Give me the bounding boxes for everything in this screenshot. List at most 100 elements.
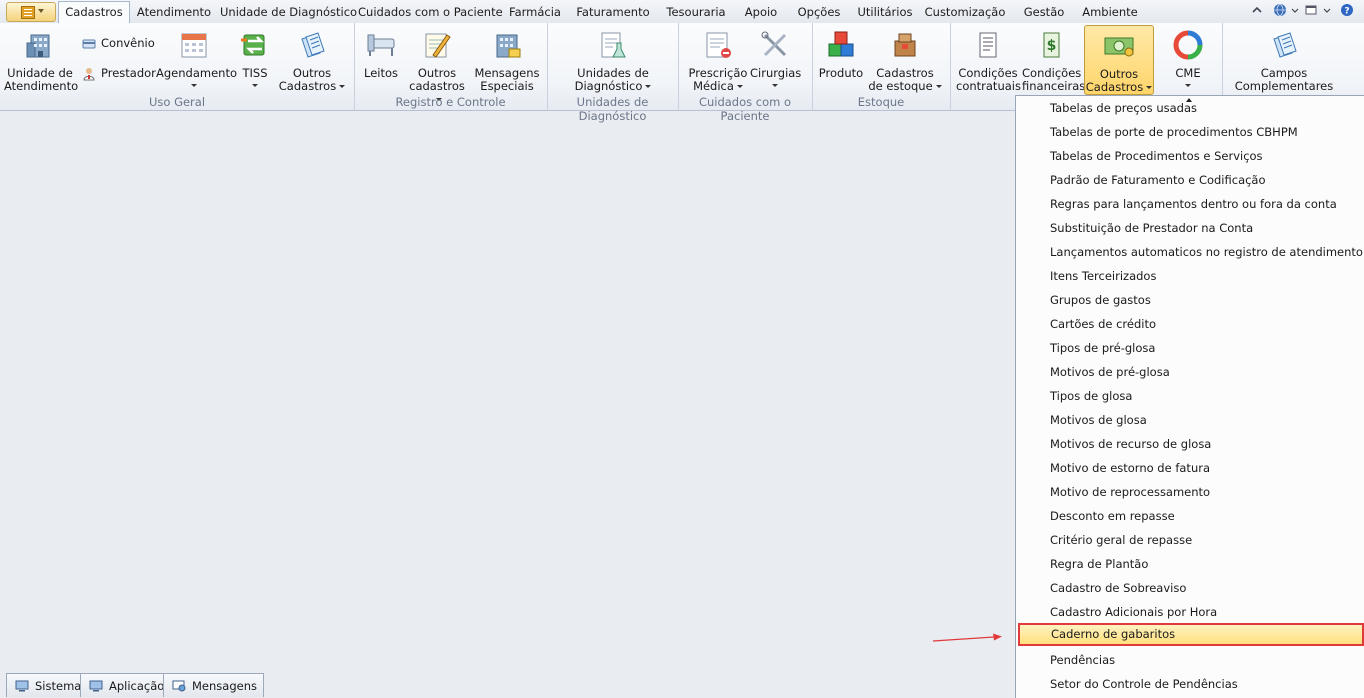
tab-utilitarios[interactable]: Utilitários <box>854 3 916 22</box>
bottom-tab-sistema[interactable]: Sistema <box>6 673 89 697</box>
leitos-label: Leitos <box>363 66 398 80</box>
convenio-label: Convênio <box>101 36 155 50</box>
bottom-tab-label: Aplicação <box>109 679 165 693</box>
menu-item[interactable]: Critério geral de repasse <box>1019 529 1359 552</box>
globe-icon[interactable] <box>1273 3 1287 17</box>
menu-item[interactable]: Motivo de estorno de fatura <box>1019 457 1359 480</box>
menu-item[interactable]: Tipos de pré-glosa <box>1019 337 1359 360</box>
chevron-down-icon <box>1146 86 1153 89</box>
leitos-button[interactable]: Leitos <box>360 25 402 93</box>
prescription-icon <box>706 32 731 58</box>
produto-label: Produto <box>818 66 864 80</box>
collapse-ribbon-icon[interactable] <box>1250 3 1264 17</box>
menu-item[interactable]: Motivos de recurso de glosa <box>1019 433 1359 456</box>
menu-item[interactable]: Motivos de glosa <box>1019 409 1359 432</box>
convenio-button[interactable]: Convênio <box>82 33 155 53</box>
chevron-down-icon[interactable] <box>1322 3 1332 17</box>
tab-cuidados-paciente[interactable]: Cuidados com o Paciente <box>358 3 503 22</box>
outros-cadastros-registro-button[interactable]: Outros cadastros <box>406 25 468 101</box>
tiss-button[interactable]: TISS <box>236 25 274 93</box>
condicoes-financeiras-button[interactable]: $ Condições financeiras <box>1022 25 1086 93</box>
notepad-pencil-icon <box>425 33 451 58</box>
unidade-atendimento-button[interactable]: Unidade de Atendimento <box>4 25 78 93</box>
group-unidades-diagnostico: Unidades de Diagnóstico Unidades de Diag… <box>547 23 679 123</box>
card-icon <box>82 39 96 48</box>
help-icon[interactable]: ? <box>1340 3 1354 17</box>
outros-cadastros-label: Outros Cadastros <box>1085 68 1153 94</box>
menu-item[interactable]: Tabelas de preços usadas <box>1019 97 1359 120</box>
menu-item[interactable]: Tabelas de Procedimentos e Serviços <box>1019 145 1359 168</box>
outros-cadastros-dropdown-menu: Tabelas de preços usadas Tabelas de port… <box>1015 95 1364 698</box>
tab-unidade-diagnostico[interactable]: Unidade de Diagnóstico <box>220 3 357 22</box>
tab-cadastros[interactable]: Cadastros <box>58 1 130 24</box>
menu-item[interactable]: Cadastro Adicionais por Hora <box>1019 601 1359 624</box>
chevron-down-icon <box>935 85 942 88</box>
cme-label: CME <box>1175 66 1201 80</box>
cash-icon <box>1104 37 1134 57</box>
prescricao-medica-button[interactable]: Prescrição Médica <box>688 25 748 93</box>
tab-gestao[interactable]: Gestão <box>1016 3 1072 22</box>
condicoes-contratuais-button[interactable]: Condições contratuais <box>956 25 1021 93</box>
menu-item[interactable]: Substituição de Prestador na Conta <box>1019 217 1359 240</box>
agendamento-button[interactable]: Agendamento <box>156 25 237 93</box>
menu-item[interactable]: Pendências <box>1019 649 1359 672</box>
bottom-tab-label: Sistema <box>35 679 82 693</box>
group-registro-controle: Leitos Outros cadastros Mensagens Especi… <box>354 23 548 110</box>
tab-tesouraria[interactable]: Tesouraria <box>660 3 732 22</box>
svg-text:?: ? <box>1344 7 1349 17</box>
unidades-diagnostico-button[interactable]: Unidades de Diagnóstico <box>573 25 653 93</box>
tab-ambiente[interactable]: Ambiente <box>1078 3 1142 22</box>
menu-item[interactable]: Desconto em repasse <box>1019 505 1359 528</box>
cadastros-estoque-button[interactable]: Cadastros de estoque <box>868 25 942 93</box>
outros-cadastros-label: Outros Cadastros <box>278 67 346 93</box>
outros-cadastros-uso-geral-button[interactable]: Outros Cadastros <box>278 25 346 93</box>
exchange-arrows-icon <box>241 34 265 56</box>
menu-item[interactable]: Lançamentos automaticos no registro de a… <box>1019 241 1363 264</box>
condicoes-financeiras-label: Condições financeiras <box>1022 66 1086 93</box>
tiss-label: TISS <box>242 66 268 80</box>
menu-item[interactable]: Padrão de Faturamento e Codificação <box>1019 169 1359 192</box>
mensagens-especiais-button[interactable]: Mensagens Especiais <box>472 25 542 93</box>
tab-customizacao[interactable]: Customização <box>922 3 1008 22</box>
menu-item[interactable]: Regras para lançamentos dentro ou fora d… <box>1019 193 1359 216</box>
doctor-icon <box>83 67 95 80</box>
menu-item[interactable]: Motivos de pré-glosa <box>1019 361 1359 384</box>
menu-item[interactable]: Grupos de gastos <box>1019 289 1359 312</box>
tab-faturamento[interactable]: Faturamento <box>572 3 654 22</box>
menu-item[interactable]: Regra de Plantão <box>1019 553 1359 576</box>
cirurgias-button[interactable]: Cirurgias <box>750 25 802 93</box>
prestador-button[interactable]: Prestador <box>82 63 156 83</box>
tab-opcoes[interactable]: Opções <box>790 3 848 22</box>
message-icon <box>172 680 186 692</box>
building-message-icon <box>496 34 521 58</box>
tab-farmacia[interactable]: Farmácia <box>504 3 566 22</box>
menu-item[interactable]: Tipos de glosa <box>1019 385 1359 408</box>
menu-item[interactable]: Tabelas de porte de procedimentos CBHPM <box>1019 121 1359 144</box>
unidades-diagnostico-label: Unidades de Diagnóstico <box>573 67 653 93</box>
menu-item[interactable]: Setor do Controle de Pendências <box>1019 673 1359 696</box>
menu-item[interactable]: Itens Terceirizados <box>1019 265 1359 288</box>
cirurgias-label: Cirurgias <box>750 66 802 80</box>
prestador-label: Prestador <box>101 66 156 80</box>
chevron-down-icon <box>339 85 346 88</box>
bottom-tab-mensagens[interactable]: Mensagens <box>163 673 264 697</box>
menu-item[interactable]: Cartões de crédito <box>1019 313 1359 336</box>
tab-atendimento[interactable]: Atendimento <box>134 3 214 22</box>
cme-button[interactable]: CME <box>1164 25 1212 93</box>
group-uso-geral: Unidade de Atendimento Convênio Prestado… <box>0 23 355 110</box>
minimize-icon[interactable] <box>1304 3 1318 17</box>
campos-complementares-button[interactable]: Campos Complementares <box>1232 25 1336 101</box>
menu-item[interactable]: Motivo de reprocessamento <box>1019 481 1359 504</box>
menu-item[interactable]: Cadastro de Sobreaviso <box>1019 577 1359 600</box>
bottom-tab-aplicacao[interactable]: Aplicação <box>80 673 172 697</box>
tab-apoio[interactable]: Apoio <box>738 3 784 22</box>
group-estoque: Produto Cadastros de estoque Estoque <box>812 23 951 110</box>
menu-item-caderno-gabaritos[interactable]: Caderno de gabaritos <box>1018 623 1364 646</box>
produto-button[interactable]: Produto <box>818 25 864 93</box>
title-bar-tools: ? <box>1244 3 1360 19</box>
outros-cadastros-financeiro-button[interactable]: Outros Cadastros <box>1084 25 1154 95</box>
chevron-down-icon[interactable] <box>1290 3 1300 17</box>
chevron-down-icon <box>1185 84 1191 87</box>
application-menu-button[interactable] <box>6 2 56 22</box>
bed-icon <box>367 34 395 56</box>
